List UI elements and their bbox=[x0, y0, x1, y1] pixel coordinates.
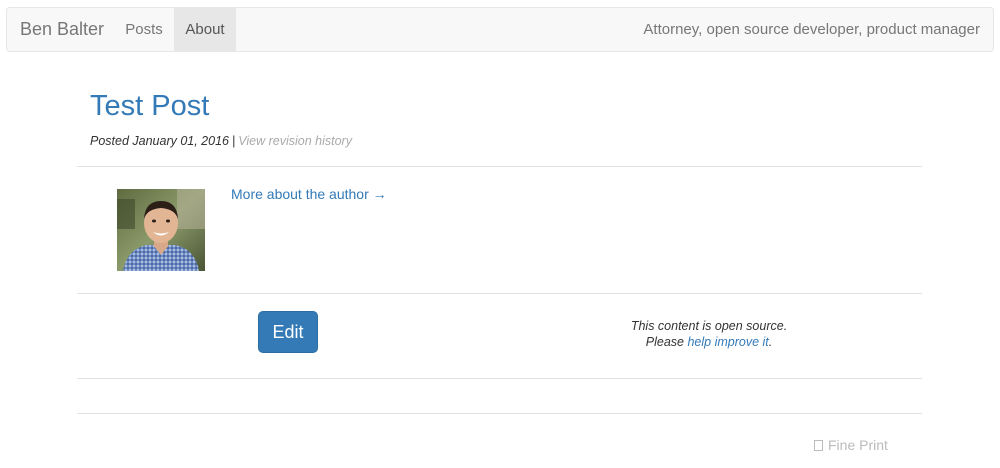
navbar: Ben Balter Posts About Attorney, open so… bbox=[6, 7, 994, 52]
fine-print-link[interactable]: Fine Print bbox=[814, 437, 888, 453]
meta-separator: | bbox=[232, 134, 236, 148]
brand-link[interactable]: Ben Balter bbox=[20, 8, 104, 51]
edit-button[interactable]: Edit bbox=[258, 311, 318, 353]
help-improve-link[interactable]: help improve it bbox=[687, 335, 768, 349]
divider bbox=[77, 378, 922, 379]
fine-print-label: Fine Print bbox=[828, 437, 888, 453]
open-source-notice: This content is open source. Please help… bbox=[609, 318, 809, 350]
nav-item-about[interactable]: About bbox=[174, 8, 236, 51]
period-text: . bbox=[768, 335, 773, 349]
open-source-text: This content is open source. bbox=[630, 319, 788, 333]
about-author-link[interactable]: More about the author → bbox=[231, 185, 387, 203]
help-improve-line: Please help improve it. bbox=[609, 334, 809, 350]
nav-item-posts[interactable]: Posts bbox=[115, 8, 173, 51]
posted-date: Posted January 01, 2016 bbox=[90, 134, 229, 148]
avatar bbox=[117, 189, 205, 271]
post-title[interactable]: Test Post bbox=[90, 88, 209, 124]
site-tagline: Attorney, open source developer, product… bbox=[643, 21, 980, 38]
divider bbox=[77, 413, 922, 414]
document-icon bbox=[814, 440, 823, 451]
revision-history-link[interactable]: View revision history bbox=[238, 134, 352, 148]
divider bbox=[77, 293, 922, 294]
please-text: Please bbox=[645, 335, 684, 349]
divider bbox=[77, 166, 922, 167]
post-meta: Posted January 01, 2016 | View revision hi… bbox=[90, 132, 352, 150]
